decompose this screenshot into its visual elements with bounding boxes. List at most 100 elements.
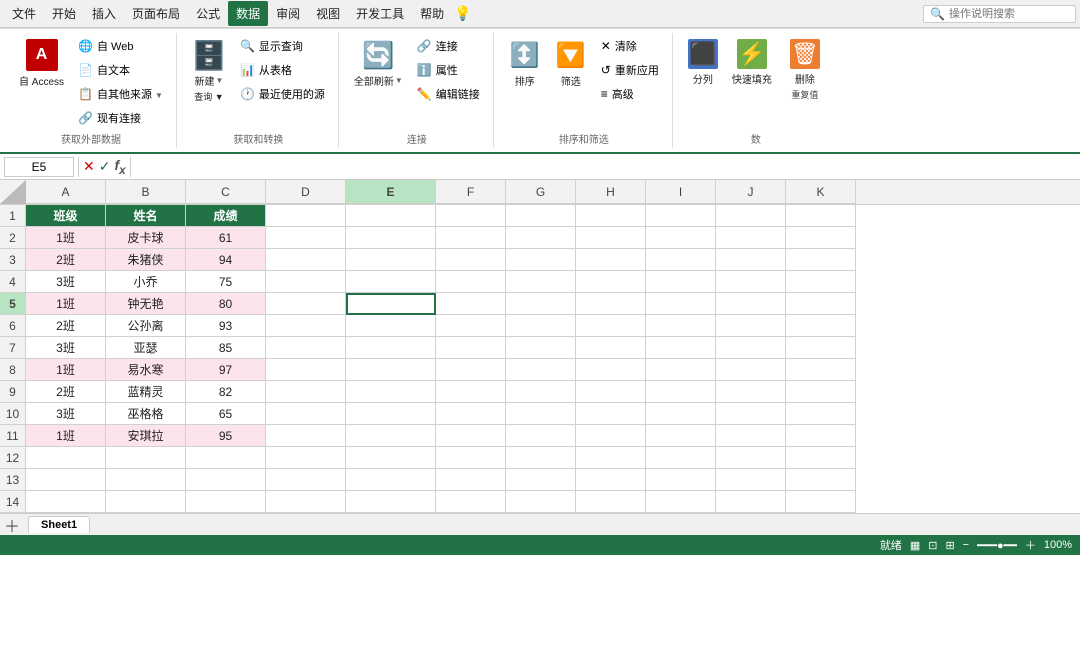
col-header-C[interactable]: C	[186, 180, 266, 204]
web-button[interactable]: 🌐 自 Web	[73, 35, 168, 57]
cell-G9[interactable]	[506, 381, 576, 403]
menu-start[interactable]: 开始	[44, 1, 84, 26]
cell-H2[interactable]	[576, 227, 646, 249]
cell-H10[interactable]	[576, 403, 646, 425]
cell-F9[interactable]	[436, 381, 506, 403]
other-sources-button[interactable]: 📋 自其他来源 ▼	[73, 83, 168, 105]
cell-J1[interactable]	[716, 205, 786, 227]
cell-K7[interactable]	[786, 337, 856, 359]
cell-K11[interactable]	[786, 425, 856, 447]
cell-F4[interactable]	[436, 271, 506, 293]
cell-J14[interactable]	[716, 491, 786, 513]
cell-C9[interactable]: 82	[186, 381, 266, 403]
cell-B2[interactable]: 皮卡球	[106, 227, 186, 249]
cell-F14[interactable]	[436, 491, 506, 513]
cell-D12[interactable]	[266, 447, 346, 469]
row-header-7[interactable]: 7	[0, 337, 26, 359]
row-header-13[interactable]: 13	[0, 469, 26, 491]
cell-F8[interactable]	[436, 359, 506, 381]
cell-J11[interactable]	[716, 425, 786, 447]
flash-fill-button[interactable]: ⚡ 快速填充	[727, 35, 777, 90]
cell-H8[interactable]	[576, 359, 646, 381]
row-header-9[interactable]: 9	[0, 381, 26, 403]
cell-H12[interactable]	[576, 447, 646, 469]
menu-pagelayout[interactable]: 页面布局	[124, 1, 188, 26]
menu-review[interactable]: 审阅	[268, 1, 308, 26]
cell-A8[interactable]: 1班	[26, 359, 106, 381]
recent-sources-button[interactable]: 🕐 最近使用的源	[235, 83, 330, 105]
row-header-6[interactable]: 6	[0, 315, 26, 337]
cell-A11[interactable]: 1班	[26, 425, 106, 447]
view-break-icon[interactable]: ⊞	[945, 539, 954, 552]
menu-help[interactable]: 帮助	[412, 1, 452, 26]
cell-B5[interactable]: 钟无艳	[106, 293, 186, 315]
cell-K3[interactable]	[786, 249, 856, 271]
cell-K13[interactable]	[786, 469, 856, 491]
cell-I9[interactable]	[646, 381, 716, 403]
insert-function-icon[interactable]: fx	[114, 157, 125, 177]
access-button[interactable]: A 自 Access	[14, 35, 69, 92]
cell-E1[interactable]	[346, 205, 436, 227]
cell-E5[interactable]	[346, 293, 436, 315]
cancel-formula-icon[interactable]: ✕	[83, 158, 95, 175]
row-header-10[interactable]: 10	[0, 403, 26, 425]
cell-I2[interactable]	[646, 227, 716, 249]
cell-E13[interactable]	[346, 469, 436, 491]
cell-D11[interactable]	[266, 425, 346, 447]
cell-G1[interactable]	[506, 205, 576, 227]
cell-A6[interactable]: 2班	[26, 315, 106, 337]
row-header-8[interactable]: 8	[0, 359, 26, 381]
cell-E12[interactable]	[346, 447, 436, 469]
cell-J2[interactable]	[716, 227, 786, 249]
text-button[interactable]: 📄 自文本	[73, 59, 168, 81]
cell-J9[interactable]	[716, 381, 786, 403]
cell-C2[interactable]: 61	[186, 227, 266, 249]
cell-B6[interactable]: 公孙离	[106, 315, 186, 337]
row-header-1[interactable]: 1	[0, 205, 26, 227]
edit-links-button[interactable]: ✏️ 编辑链接	[412, 83, 485, 105]
cell-A10[interactable]: 3班	[26, 403, 106, 425]
row-header-5[interactable]: 5	[0, 293, 26, 315]
cell-H6[interactable]	[576, 315, 646, 337]
cell-A9[interactable]: 2班	[26, 381, 106, 403]
row-header-4[interactable]: 4	[0, 271, 26, 293]
row-header-2[interactable]: 2	[0, 227, 26, 249]
cell-H5[interactable]	[576, 293, 646, 315]
cell-K9[interactable]	[786, 381, 856, 403]
cell-G2[interactable]	[506, 227, 576, 249]
cell-B1[interactable]: 姓名	[106, 205, 186, 227]
cell-C5[interactable]: 80	[186, 293, 266, 315]
cell-G13[interactable]	[506, 469, 576, 491]
cell-B11[interactable]: 安琪拉	[106, 425, 186, 447]
menu-file[interactable]: 文件	[4, 1, 44, 26]
cell-C1[interactable]: 成绩	[186, 205, 266, 227]
cell-F10[interactable]	[436, 403, 506, 425]
cell-A12[interactable]	[26, 447, 106, 469]
row-header-3[interactable]: 3	[0, 249, 26, 271]
cell-H3[interactable]	[576, 249, 646, 271]
col-header-H[interactable]: H	[576, 180, 646, 204]
col-header-K[interactable]: K	[786, 180, 856, 204]
cell-J8[interactable]	[716, 359, 786, 381]
cell-K5[interactable]	[786, 293, 856, 315]
view-normal-icon[interactable]: ▦	[910, 539, 920, 552]
zoom-in-icon[interactable]: ＋	[1025, 537, 1036, 553]
cell-H9[interactable]	[576, 381, 646, 403]
cell-F13[interactable]	[436, 469, 506, 491]
col-header-F[interactable]: F	[436, 180, 506, 204]
col-header-J[interactable]: J	[716, 180, 786, 204]
cell-B13[interactable]	[106, 469, 186, 491]
cell-C10[interactable]: 65	[186, 403, 266, 425]
cell-J4[interactable]	[716, 271, 786, 293]
col-header-I[interactable]: I	[646, 180, 716, 204]
cell-I3[interactable]	[646, 249, 716, 271]
cell-J13[interactable]	[716, 469, 786, 491]
col-header-A[interactable]: A	[26, 180, 106, 204]
cell-G7[interactable]	[506, 337, 576, 359]
cell-D13[interactable]	[266, 469, 346, 491]
add-sheet-button[interactable]: ＋	[4, 513, 20, 537]
cell-I1[interactable]	[646, 205, 716, 227]
cell-K14[interactable]	[786, 491, 856, 513]
sheet-tab-sheet1[interactable]: Sheet1	[28, 516, 90, 533]
reapply-button[interactable]: ↺ 重新应用	[596, 59, 664, 81]
